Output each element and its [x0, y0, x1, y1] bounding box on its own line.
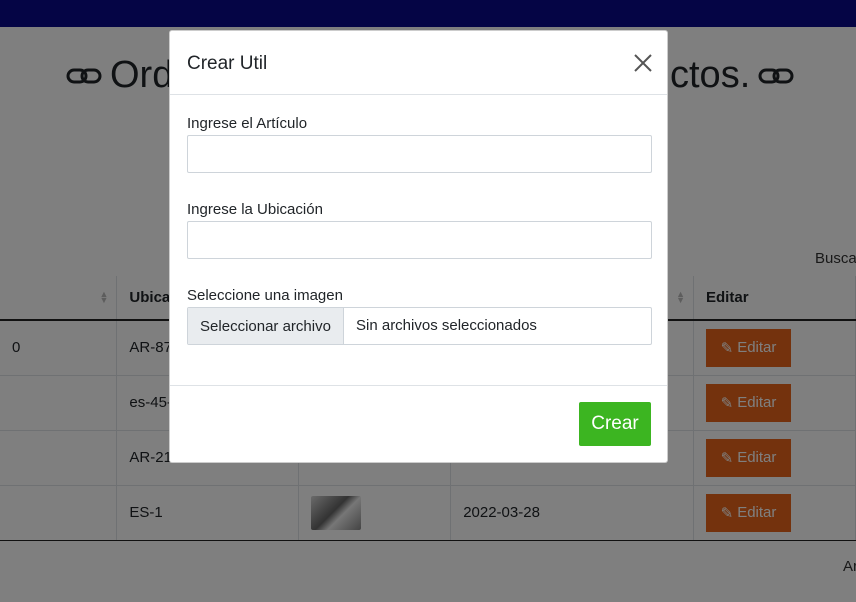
ubicacion-label: Ingrese la Ubicación [187, 201, 323, 218]
imagen-label: Seleccione una imagen [187, 287, 343, 304]
file-status-text: Sin archivos seleccionados [356, 317, 537, 334]
modal-title: Crear Util [187, 53, 268, 74]
select-file-button[interactable]: Seleccionar archivo [188, 308, 344, 344]
articulo-input[interactable] [187, 135, 652, 173]
modal-header: Crear Util [170, 31, 667, 95]
close-icon [634, 54, 652, 72]
articulo-label: Ingrese el Artículo [187, 115, 308, 132]
close-button[interactable] [631, 51, 655, 75]
image-file-input[interactable]: Seleccionar archivo Sin archivos selecci… [187, 307, 652, 345]
modal-footer: Crear [170, 385, 667, 462]
modal-body: Ingrese el Artículo Ingrese la Ubicación… [170, 95, 667, 385]
ubicacion-input[interactable] [187, 221, 652, 259]
create-button[interactable]: Crear [579, 402, 651, 446]
create-util-modal: Crear Util Ingrese el Artículo Ingrese l… [169, 30, 668, 463]
